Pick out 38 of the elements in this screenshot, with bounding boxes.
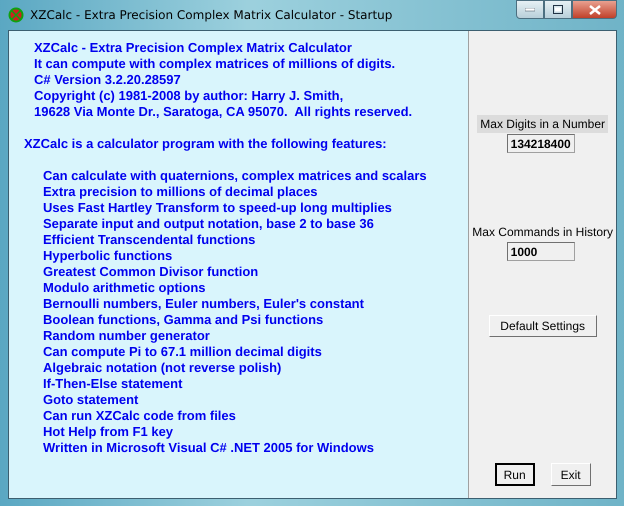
feature-item: Can compute Pi to 67.1 million decimal digits (43, 344, 323, 360)
feature-item: Goto statement (43, 392, 140, 408)
feature-item: Boolean functions, Gamma and Psi functions (43, 312, 324, 328)
default-settings-button[interactable]: Default Settings (488, 315, 597, 337)
window-title: XZCalc - Extra Precision Complex Matrix Calculator - Startup (30, 8, 392, 22)
close-icon (588, 4, 600, 14)
feature-item: Extra precision to millions of decimal places (43, 184, 319, 200)
feature-item: Algebraic notation (not reverse polish) (43, 360, 282, 376)
minimize-button[interactable] (516, 0, 544, 19)
features-heading: XZCalc is a calculator program with the following features: (23, 136, 388, 152)
feature-item: Modulo arithmetic options (43, 280, 206, 296)
about-line: XZCalc - Extra Precision Complex Matrix Calculator (34, 40, 353, 56)
close-button[interactable] (572, 0, 617, 19)
about-line: 19628 Via Monte Dr., Saratoga, CA 95070. All rights reserved. (34, 104, 414, 120)
feature-item: Hyperbolic functions (43, 248, 174, 264)
feature-item: If-Then-Else statement (43, 376, 184, 392)
feature-item: Greatest Common Divisor function (43, 264, 260, 280)
feature-item: Bernoulli numbers, Euler numbers, Euler's constant (43, 296, 365, 312)
about-line: C# Version 3.2.20.28597 (34, 72, 182, 88)
about-line: It can compute with complex matrices of millions of digits. (34, 56, 396, 72)
input-field[interactable]: 1000 (506, 242, 575, 261)
maximize-button[interactable] (544, 0, 572, 19)
feature-item: Written in Microsoft Visual C# .NET 2005 for Windows (43, 440, 375, 456)
minimize-icon (525, 8, 535, 12)
feature-item: Separate input and output notation, base 2 to base 36 (43, 216, 375, 232)
feature-item: Uses Fast Hartley Transform to speed-up long multiplies (43, 200, 393, 216)
maximize-icon (553, 5, 563, 14)
setting-label: Max Digits in a Number (477, 115, 608, 133)
about-line: Copyright (c) 1981-2008 by author: Harry J. Smith, (34, 88, 344, 104)
feature-item: Can calculate with quaternions, complex matrices and scalars (43, 168, 428, 184)
feature-item: Hot Help from F1 key (43, 424, 174, 440)
setting-label: Max Commands in History (471, 224, 614, 241)
feature-item: Efficient Transcendental functions (43, 232, 256, 248)
input-field[interactable]: 134218400 (506, 134, 575, 153)
feature-item: Can run XZCalc code from files (43, 408, 237, 424)
run-button[interactable]: Run (494, 463, 535, 486)
feature-item: Random number generator (43, 328, 211, 344)
exit-button[interactable]: Exit (550, 463, 591, 486)
